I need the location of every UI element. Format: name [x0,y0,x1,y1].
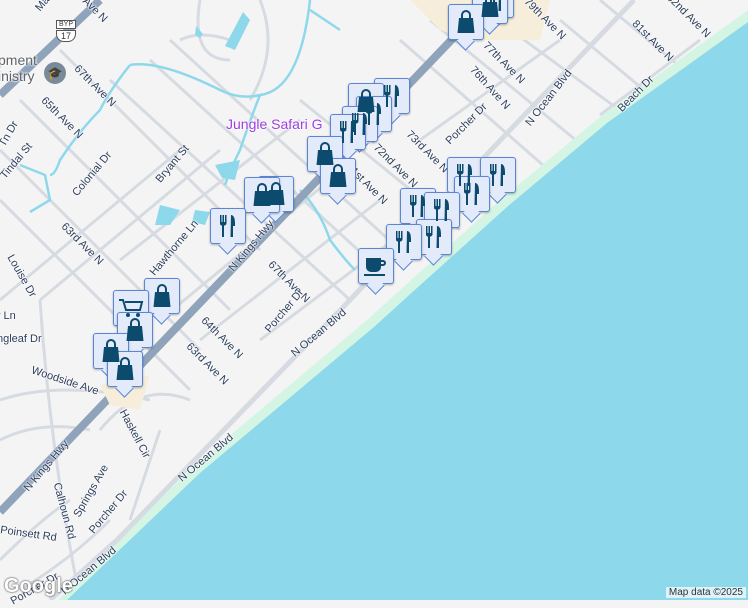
restaurant-icon [393,230,415,254]
restaurant-icon [407,194,429,218]
street-label: y Ln [0,310,16,322]
restaurant-icon [337,120,359,144]
restaurant-icon [461,182,483,206]
shopping-icon [479,0,501,18]
coffee-icon [363,255,389,277]
poi-ministry[interactable]: pment inistry [0,52,37,84]
shopping-icon [251,183,273,207]
shopping-icon [151,284,173,308]
restaurant-icon [431,198,453,222]
coffee-pin[interactable] [358,248,394,284]
restaurant-pin[interactable] [210,208,246,244]
shield-top: BYP [56,20,76,29]
shopping-pin[interactable] [144,278,180,314]
shopping-icon [124,318,146,342]
poi-jungle-safari[interactable]: Jungle Safari G [226,116,323,132]
google-logo[interactable]: Google [4,575,73,598]
shopping-icon [455,10,477,34]
highway-shield: BYP 17 [56,20,76,42]
shopping-icon [327,164,349,188]
restaurant-icon [487,163,509,187]
restaurant-icon [423,225,445,249]
graduation-cap-icon[interactable]: 🎓 [44,62,66,84]
shopping-icon [314,142,336,166]
shopping-icon [114,357,136,381]
map-attribution[interactable]: Map data ©2025 [665,587,746,598]
cart-icon [118,297,144,319]
shield-number: 17 [56,30,76,42]
restaurant-icon [217,214,239,238]
street-label: ngleaf Dr [0,333,42,345]
